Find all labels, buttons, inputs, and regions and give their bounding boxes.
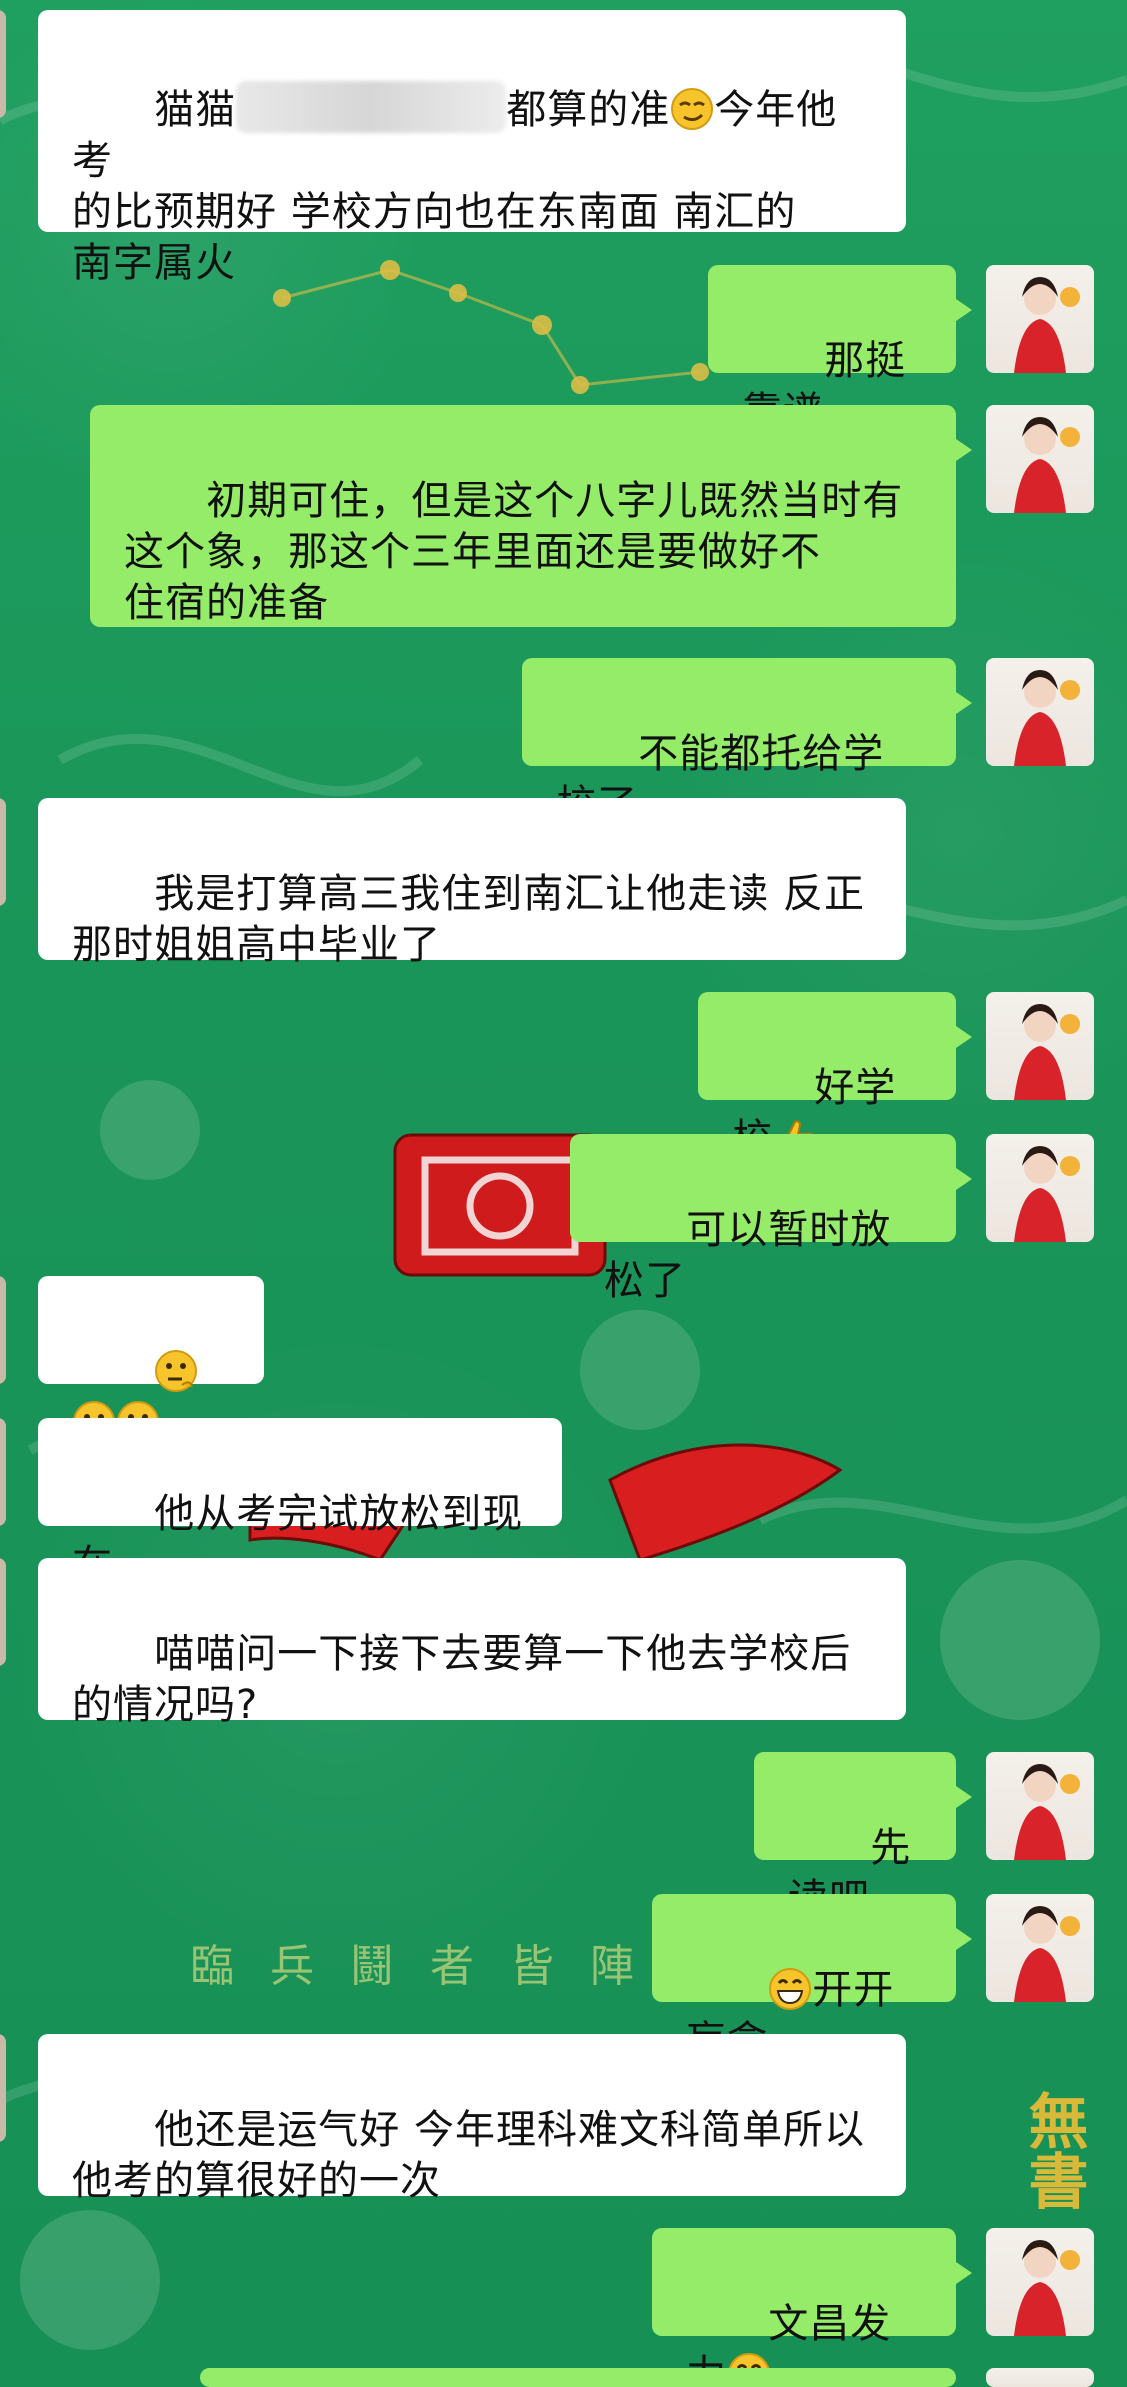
message-outgoing: 初期可住，但是这个八字儿既然当时有 这个象，那这个三年里面还是要做好不 住宿的准… [0, 405, 1127, 627]
sender-avatar-edge[interactable] [0, 1276, 6, 1384]
avatar-portrait-icon [1014, 1764, 1080, 1860]
message-text: 猫猫 [154, 87, 237, 133]
message-bubble[interactable] [200, 2368, 956, 2387]
message-incoming: 他还是运气好 今年理科难文科简单所以 他考的算很好的一次 [0, 2034, 1127, 2204]
message-outgoing: 开开盲盒 [0, 1894, 1127, 2064]
user-avatar[interactable] [986, 2368, 1094, 2387]
smirk-emoji-icon [671, 88, 714, 130]
chat-message-list[interactable]: 猫猫都算的准今年他考 的比预期好 学校方向也在东南面 南汇的 南字属火 那挺靠谱… [0, 0, 1127, 2387]
message-outgoing: 先读吧 [0, 1752, 1127, 1922]
user-avatar[interactable] [986, 992, 1094, 1100]
sender-avatar-edge[interactable] [0, 1418, 6, 1526]
message-bubble[interactable]: 开开盲盒 [652, 1894, 972, 2064]
sender-avatar-edge[interactable] [0, 2034, 6, 2142]
message-incoming: 喵喵问一下接下去要算一下他去学校后 的情况吗? [0, 1558, 1127, 1728]
message-bubble[interactable]: 初期可住，但是这个八字儿既然当时有 这个象，那这个三年里面还是要做好不 住宿的准… [90, 405, 972, 627]
message-incoming: 猫猫 都算的准 今年他考 的比预期好 学校方向也在东南面 南汇的 南字属火 [0, 10, 1127, 286]
user-avatar[interactable] [986, 2228, 1094, 2336]
user-avatar[interactable] [986, 658, 1094, 766]
redacted-name [236, 81, 507, 133]
message-outgoing: 那挺靠谱 [0, 265, 1127, 435]
avatar-portrait-icon [1014, 1906, 1080, 2002]
avatar-portrait-icon [1014, 670, 1080, 766]
message-bubble[interactable]: 他还是运气好 今年理科难文科简单所以 他考的算很好的一次 [38, 2034, 906, 2204]
message-bubble[interactable]: 喵喵问一下接下去要算一下他去学校后 的情况吗? [38, 1558, 906, 1728]
message-bubble[interactable]: 好学校 [698, 992, 972, 1162]
message-outgoing: 文昌发力 [0, 2228, 1127, 2387]
avatar-portrait-icon [1014, 2240, 1080, 2336]
message-outgoing-partial [0, 2368, 1127, 2387]
thinking-emoji-icon [155, 1350, 198, 1392]
message-text: 初期可住，但是这个八字儿既然当时有 这个象，那这个三年里面还是要做好不 住宿的准… [124, 478, 904, 626]
sender-avatar-edge[interactable] [0, 798, 6, 906]
message-text: 他还是运气好 今年理科难文科简单所以 他考的算很好的一次 [72, 2107, 866, 2204]
message-incoming: 我是打算高三我住到南汇让他走读 反正 那时姐姐高中毕业了 [0, 798, 1127, 968]
message-bubble[interactable]: 文昌发力 [652, 2228, 972, 2387]
message-outgoing: 好学校 [0, 992, 1127, 1162]
message-bubble[interactable]: 猫猫 都算的准 今年他考 的比预期好 学校方向也在东南面 南汇的 南字属火 [38, 10, 906, 286]
sender-avatar-edge[interactable] [0, 1558, 6, 1666]
message-outgoing: 不能都托给学校了 [0, 658, 1127, 828]
message-bubble[interactable]: 可以暂时放松了 [570, 1134, 972, 1304]
grin-emoji-icon [769, 1968, 812, 2010]
message-text: 我是打算高三我住到南汇让他走读 反正 那时姐姐高中毕业了 [72, 871, 866, 968]
message-bubble[interactable] [38, 1276, 264, 1443]
message-bubble[interactable]: 不能都托给学校了 [522, 658, 972, 828]
message-text: 都算的准 [506, 87, 671, 133]
message-outgoing: 可以暂时放松了 [0, 1134, 1127, 1304]
sender-avatar-edge[interactable] [0, 10, 6, 118]
message-bubble[interactable]: 那挺靠谱 [708, 265, 972, 435]
avatar-portrait-icon [1014, 1004, 1080, 1100]
user-avatar[interactable] [986, 1752, 1094, 1860]
avatar-portrait-icon [1014, 417, 1080, 513]
user-avatar[interactable] [986, 1894, 1094, 2002]
message-incoming [0, 1276, 1127, 1443]
user-avatar[interactable] [986, 405, 1094, 513]
message-text: 喵喵问一下接下去要算一下他去学校后 的情况吗? [72, 1631, 852, 1728]
avatar-portrait-icon [1014, 1146, 1080, 1242]
message-bubble[interactable]: 先读吧 [754, 1752, 972, 1922]
message-bubble[interactable]: 他从考完试放松到现在 [38, 1418, 562, 1588]
user-avatar[interactable] [986, 265, 1094, 373]
message-incoming: 他从考完试放松到现在 [0, 1418, 1127, 1588]
avatar-portrait-icon [1014, 277, 1080, 373]
user-avatar[interactable] [986, 1134, 1094, 1242]
message-bubble[interactable]: 我是打算高三我住到南汇让他走读 反正 那时姐姐高中毕业了 [38, 798, 906, 968]
